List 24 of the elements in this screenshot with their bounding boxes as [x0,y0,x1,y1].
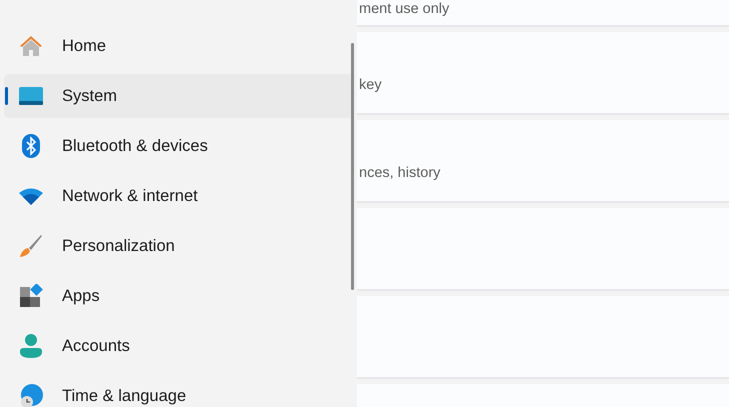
scrollbar-thumb[interactable] [351,43,354,290]
card-description: key [359,77,382,93]
settings-card[interactable]: nces, history [357,120,729,203]
card-description: nces, history [359,165,440,181]
apps-icon [19,284,43,308]
selection-indicator [5,87,8,105]
sidebar-item[interactable]: Personalization [4,224,353,268]
sidebar-item[interactable]: Apps [4,274,353,318]
sidebar-item[interactable]: System [4,74,353,118]
settings-card[interactable]: ment use only [357,0,729,27]
wifi-icon [19,187,43,205]
paintbrush-icon [19,234,43,258]
person-icon [20,334,42,358]
globe-clock-icon [19,384,43,407]
sidebar-item[interactable]: Network & internet [4,174,353,218]
sidebar-item[interactable]: Bluetooth & devices [4,124,353,168]
sidebar-item[interactable]: Accounts [4,324,353,368]
house-icon [19,35,43,57]
bluetooth-icon [22,134,40,158]
sidebar-item[interactable]: Time & language [4,374,353,407]
card-description: ment use only [359,1,450,17]
settings-card[interactable]: key [357,32,729,115]
monitor-icon [19,87,43,105]
sidebar-item[interactable]: Home [4,24,353,68]
